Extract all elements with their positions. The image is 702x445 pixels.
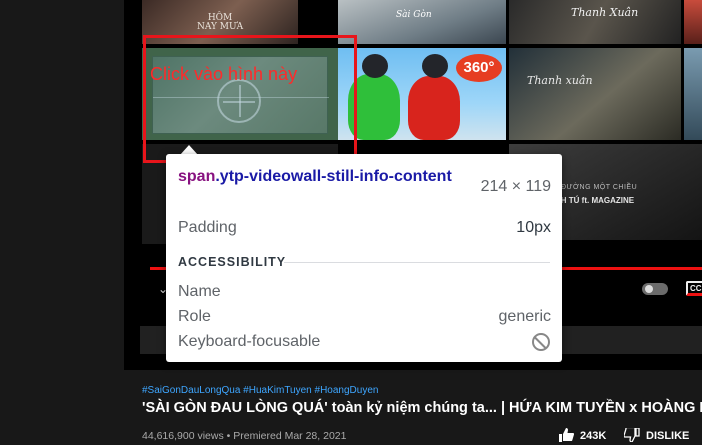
padding-value: 10px (516, 219, 551, 236)
figure-head (362, 54, 388, 78)
annotation-box (143, 35, 357, 163)
thumbnail-title: Thanh xuân (527, 74, 593, 87)
devtools-inspect-tooltip: span.ytp-videowall-still-info-content 21… (166, 154, 562, 362)
page: HÔM NAY MƯA Sài Gòn Thanh Xuân 360° Than… (0, 0, 702, 445)
like-count[interactable]: 243K (580, 430, 606, 442)
thumbs-up-icon[interactable] (558, 428, 574, 442)
annotation-text: Click vào hình này (150, 64, 298, 84)
badge-360: 360° (456, 54, 502, 82)
accessibility-heading: ACCESSIBILITY (178, 255, 287, 269)
selector-class: .ytp-videowall-still-info-content (215, 168, 452, 185)
cc-button[interactable]: CC (686, 281, 702, 296)
selector-tag: span (178, 168, 216, 185)
figure-head (422, 54, 448, 78)
role-label: Role (178, 308, 211, 325)
endscreen-thumbnail-thanh-xuan[interactable]: Thanh Xuân (509, 0, 681, 44)
thumbs-down-icon[interactable] (624, 428, 640, 442)
thumbnail-caption: NH TÚ ft. MAGAZINE (555, 196, 635, 205)
thumbnail-title: Sài Gòn (396, 10, 432, 20)
video-title: 'SÀI GÒN ĐAU LÒNG QUÁ' toàn kỷ niệm chún… (142, 400, 702, 416)
padding-label: Padding (178, 219, 237, 236)
figure-red (408, 76, 460, 140)
keyboard-focusable-label: Keyboard-focusable (178, 333, 321, 350)
endscreen-thumbnail-edge[interactable] (684, 48, 702, 140)
name-label: Name (178, 283, 221, 300)
element-selector: span.ytp-videowall-still-info-content (178, 166, 468, 188)
not-allowed-icon (532, 333, 550, 351)
endscreen-thumbnail-ladybug[interactable]: 360° (338, 48, 506, 140)
video-stats: 44,616,900 views • Premiered Mar 28, 202… (142, 430, 347, 442)
thumbnail-title: Thanh Xuân (571, 6, 639, 19)
thumbnail-caption: ĐƯỜNG MỘT CHIỀU (561, 184, 638, 191)
hashtags-link[interactable]: #SaiGonDauLongQua #HuaKimTuyen #HoangDuy… (142, 385, 378, 396)
dislike-button[interactable]: DISLIKE (646, 430, 689, 442)
divider (284, 262, 550, 263)
autoplay-toggle[interactable] (642, 283, 668, 295)
endscreen-thumbnail-edge[interactable] (684, 0, 702, 44)
role-value: generic (498, 308, 551, 325)
thumbnail-title: HÔM NAY MƯA (197, 13, 244, 32)
left-gutter (0, 0, 124, 445)
endscreen-thumbnail-thanh-xuan-2[interactable]: Thanh xuân (509, 48, 681, 140)
element-dimensions: 214 × 119 (480, 178, 551, 195)
endscreen-thumbnail-song[interactable]: Sài Gòn (338, 0, 506, 44)
